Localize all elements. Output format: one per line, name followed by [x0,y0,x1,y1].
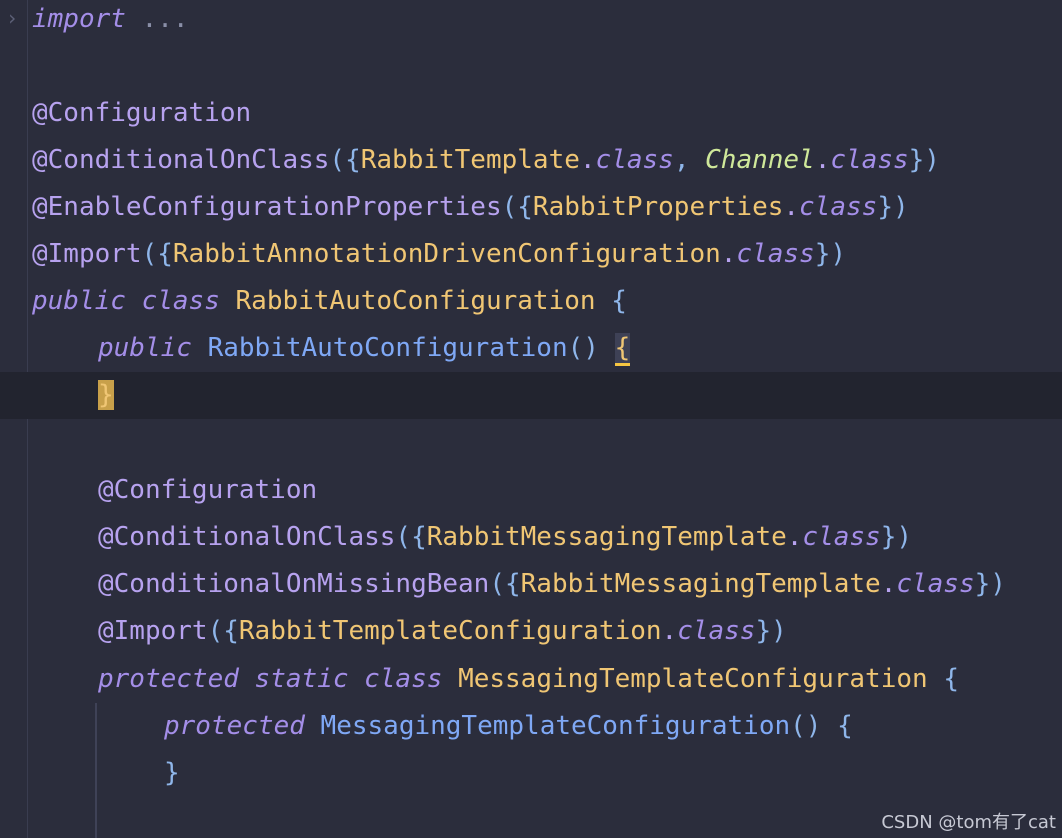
punctuation: }) [814,239,847,269]
punctuation: . [720,239,737,269]
watermark: CSDN @tom有了cat [881,812,1056,833]
punctuation: ({ [395,522,427,552]
folded-imports[interactable]: ... [126,4,189,34]
constructor-name: MessagingTemplateConfiguration [320,711,791,741]
fold-chevron-icon[interactable]: › [6,6,22,30]
keyword-class: class [799,192,878,222]
type-name: RabbitProperties [532,192,784,222]
type-name: RabbitMessagingTemplate [426,522,787,552]
annotation: @Import [32,239,142,269]
close-brace: } [164,758,180,788]
open-brace: { [611,286,627,316]
code-line-close-brace[interactable]: } [98,372,114,419]
punctuation: . [880,569,897,599]
punctuation: ({ [501,192,533,222]
type-name: RabbitMessagingTemplate [520,569,881,599]
annotation: @EnableConfigurationProperties [32,192,502,222]
code-line-import[interactable]: import ... [32,0,189,43]
punctuation: ({ [207,616,239,646]
annotation: @Configuration [98,475,318,505]
punctuation: . [786,522,803,552]
annotation: @ConditionalOnMissingBean [98,569,490,599]
code-line-conditional-on-class[interactable]: @ConditionalOnClass({RabbitMessagingTemp… [98,514,912,561]
keyword-class: class [364,664,443,694]
keyword-public: public [98,333,192,363]
keyword-protected: protected [98,664,239,694]
annotation: @ConditionalOnClass [32,145,330,175]
class-name: MessagingTemplateConfiguration [458,664,928,694]
keyword-static: static [254,664,349,694]
keyword-class: class [802,522,881,552]
open-brace: { [943,664,959,694]
gutter-divider [27,0,28,838]
keyword-public: public [32,286,126,316]
punctuation: ({ [489,569,521,599]
keyword-class: class [595,145,674,175]
punctuation: }) [877,192,909,222]
parentheses: () [790,711,822,741]
keyword-import: import [32,4,126,34]
code-line-annotation-configuration[interactable]: @Configuration [98,467,317,514]
punctuation: }) [908,145,940,175]
code-line-conditional-on-missing-bean[interactable]: @ConditionalOnMissingBean({RabbitMessagi… [98,561,1006,608]
keyword-class: class [141,286,220,316]
code-line-annotation-configuration[interactable]: @Configuration [32,90,251,137]
current-line-highlight [0,372,1062,419]
indent-guide [95,703,97,838]
code-line-import-annotation[interactable]: @Import({RabbitTemplateConfiguration.cla… [98,608,787,655]
punctuation: . [579,145,596,175]
open-brace: { [837,711,853,741]
code-line-import-annotation[interactable]: @Import({RabbitAnnotationDrivenConfigura… [32,231,846,278]
punctuation: ({ [329,145,361,175]
punctuation: }) [755,616,787,646]
code-line-constructor[interactable]: public RabbitAutoConfiguration() { [98,325,631,372]
matched-close-brace: } [98,380,114,410]
punctuation: }) [880,522,913,552]
code-line-close-brace[interactable]: } [164,750,180,797]
punctuation: . [814,145,831,175]
parentheses: () [567,333,599,363]
punctuation: , [673,145,706,175]
keyword-class: class [830,145,909,175]
code-line-conditional-on-class[interactable]: @ConditionalOnClass({RabbitTemplate.clas… [32,137,940,184]
code-line-class-declaration[interactable]: public class RabbitAutoConfiguration { [32,278,627,325]
type-name: RabbitTemplate [360,145,580,175]
punctuation: . [661,616,678,646]
punctuation: . [783,192,800,222]
code-line-nested-class-declaration[interactable]: protected static class MessagingTemplate… [98,656,959,703]
matched-open-brace: { [614,333,631,366]
keyword-protected: protected [164,711,305,741]
code-line-nested-constructor[interactable]: protected MessagingTemplateConfiguration… [164,703,853,750]
keyword-class: class [736,239,815,269]
constructor-name: RabbitAutoConfiguration [207,333,568,363]
code-line-enable-configuration-properties[interactable]: @EnableConfigurationProperties({RabbitPr… [32,184,909,231]
annotation: @Configuration [32,98,252,128]
keyword-class: class [896,569,975,599]
annotation: @Import [98,616,208,646]
punctuation: }) [974,569,1006,599]
type-name-unresolved: Channel [705,145,815,175]
keyword-class: class [677,616,756,646]
class-name: RabbitAutoConfiguration [235,286,596,316]
code-editor[interactable]: › import ... @Configuration @Conditional… [0,0,1062,838]
type-name: RabbitTemplateConfiguration [238,616,662,646]
annotation: @ConditionalOnClass [98,522,396,552]
type-name: RabbitAnnotationDrivenConfiguration [172,239,721,269]
punctuation: ({ [141,239,173,269]
